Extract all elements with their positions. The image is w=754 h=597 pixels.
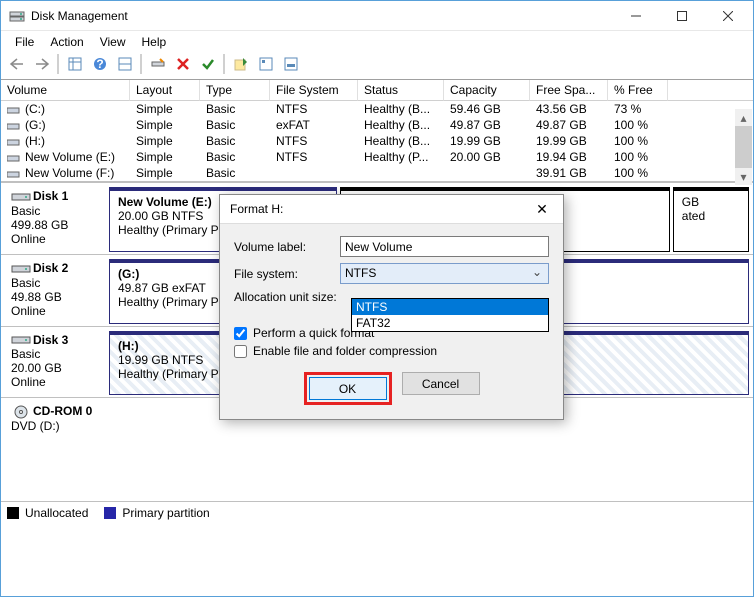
- toolbar-btn-4[interactable]: [229, 53, 252, 75]
- minimize-button[interactable]: [613, 1, 659, 31]
- cancel-button[interactable]: Cancel: [402, 372, 480, 395]
- toolbar-btn-5[interactable]: [254, 53, 277, 75]
- table-row[interactable]: New Volume (F:)SimpleBasic39.91 GB100 %: [1, 165, 753, 181]
- toolbar-btn-2[interactable]: [113, 53, 136, 75]
- col-free[interactable]: Free Spa...: [530, 80, 608, 101]
- menu-view[interactable]: View: [92, 33, 134, 51]
- volume-label-input[interactable]: [340, 236, 549, 257]
- toolbar: ?: [1, 52, 753, 80]
- svg-text:?: ?: [96, 57, 103, 71]
- table-row[interactable]: (H:)SimpleBasicNTFSHealthy (B...19.99 GB…: [1, 133, 753, 149]
- grid-header: Volume Layout Type File System Status Ca…: [1, 80, 753, 101]
- help-button[interactable]: ?: [88, 53, 111, 75]
- dropdown-option-ntfs[interactable]: NTFS: [352, 299, 548, 315]
- apply-button[interactable]: [196, 53, 219, 75]
- col-type[interactable]: Type: [200, 80, 270, 101]
- toolbar-btn-3[interactable]: [146, 53, 169, 75]
- close-button[interactable]: [705, 1, 751, 31]
- table-row[interactable]: (G:)SimpleBasicexFATHealthy (B...49.87 G…: [1, 117, 753, 133]
- col-capacity[interactable]: Capacity: [444, 80, 530, 101]
- legend: Unallocated Primary partition: [1, 501, 753, 524]
- toolbar-btn-1[interactable]: [63, 53, 86, 75]
- scroll-down-button[interactable]: ▾: [735, 168, 752, 185]
- filesystem-select[interactable]: NTFS: [340, 263, 549, 284]
- partition[interactable]: GBated: [673, 187, 749, 252]
- grid-body: (C:)SimpleBasicNTFSHealthy (B...59.46 GB…: [1, 101, 753, 181]
- col-fs[interactable]: File System: [270, 80, 358, 101]
- col-status[interactable]: Status: [358, 80, 444, 101]
- window-title: Disk Management: [31, 9, 613, 23]
- menu-file[interactable]: File: [7, 33, 42, 51]
- col-layout[interactable]: Layout: [130, 80, 200, 101]
- compression-checkbox[interactable]: [234, 345, 247, 358]
- scroll-thumb[interactable]: [735, 126, 752, 168]
- volume-grid: Volume Layout Type File System Status Ca…: [1, 80, 753, 182]
- vol-label-label: Volume label:: [234, 240, 340, 254]
- toolbar-btn-6[interactable]: [279, 53, 302, 75]
- legend-primary: Primary partition: [122, 506, 209, 520]
- dropdown-option-fat32[interactable]: FAT32: [352, 315, 548, 331]
- filesystem-label: File system:: [234, 267, 340, 281]
- back-button[interactable]: [5, 53, 28, 75]
- menu-action[interactable]: Action: [42, 33, 91, 51]
- menu-help[interactable]: Help: [134, 33, 175, 51]
- col-volume[interactable]: Volume: [1, 80, 130, 101]
- maximize-button[interactable]: [659, 1, 705, 31]
- quick-format-checkbox[interactable]: [234, 327, 247, 340]
- menubar: File Action View Help: [1, 31, 753, 52]
- delete-button[interactable]: [171, 53, 194, 75]
- filesystem-dropdown: NTFS FAT32: [351, 298, 549, 332]
- table-row[interactable]: New Volume (E:)SimpleBasicNTFSHealthy (P…: [1, 149, 753, 165]
- format-dialog: Format H: ✕ Volume label: File system: N…: [219, 194, 564, 420]
- forward-button[interactable]: [30, 53, 53, 75]
- ok-button[interactable]: OK: [309, 377, 387, 400]
- table-row[interactable]: (C:)SimpleBasicNTFSHealthy (B...59.46 GB…: [1, 101, 753, 117]
- titlebar: Disk Management: [1, 1, 753, 31]
- allocation-label: Allocation unit size:: [234, 290, 340, 304]
- col-pct[interactable]: % Free: [608, 80, 668, 101]
- compression-label: Enable file and folder compression: [253, 344, 437, 358]
- scroll-up-button[interactable]: ▴: [735, 109, 752, 126]
- scrollbar[interactable]: ▴ ▾: [735, 109, 752, 185]
- legend-unalloc: Unallocated: [25, 506, 88, 520]
- dialog-close-button[interactable]: ✕: [527, 201, 557, 218]
- dialog-title: Format H:: [230, 202, 527, 216]
- app-icon: [9, 8, 25, 24]
